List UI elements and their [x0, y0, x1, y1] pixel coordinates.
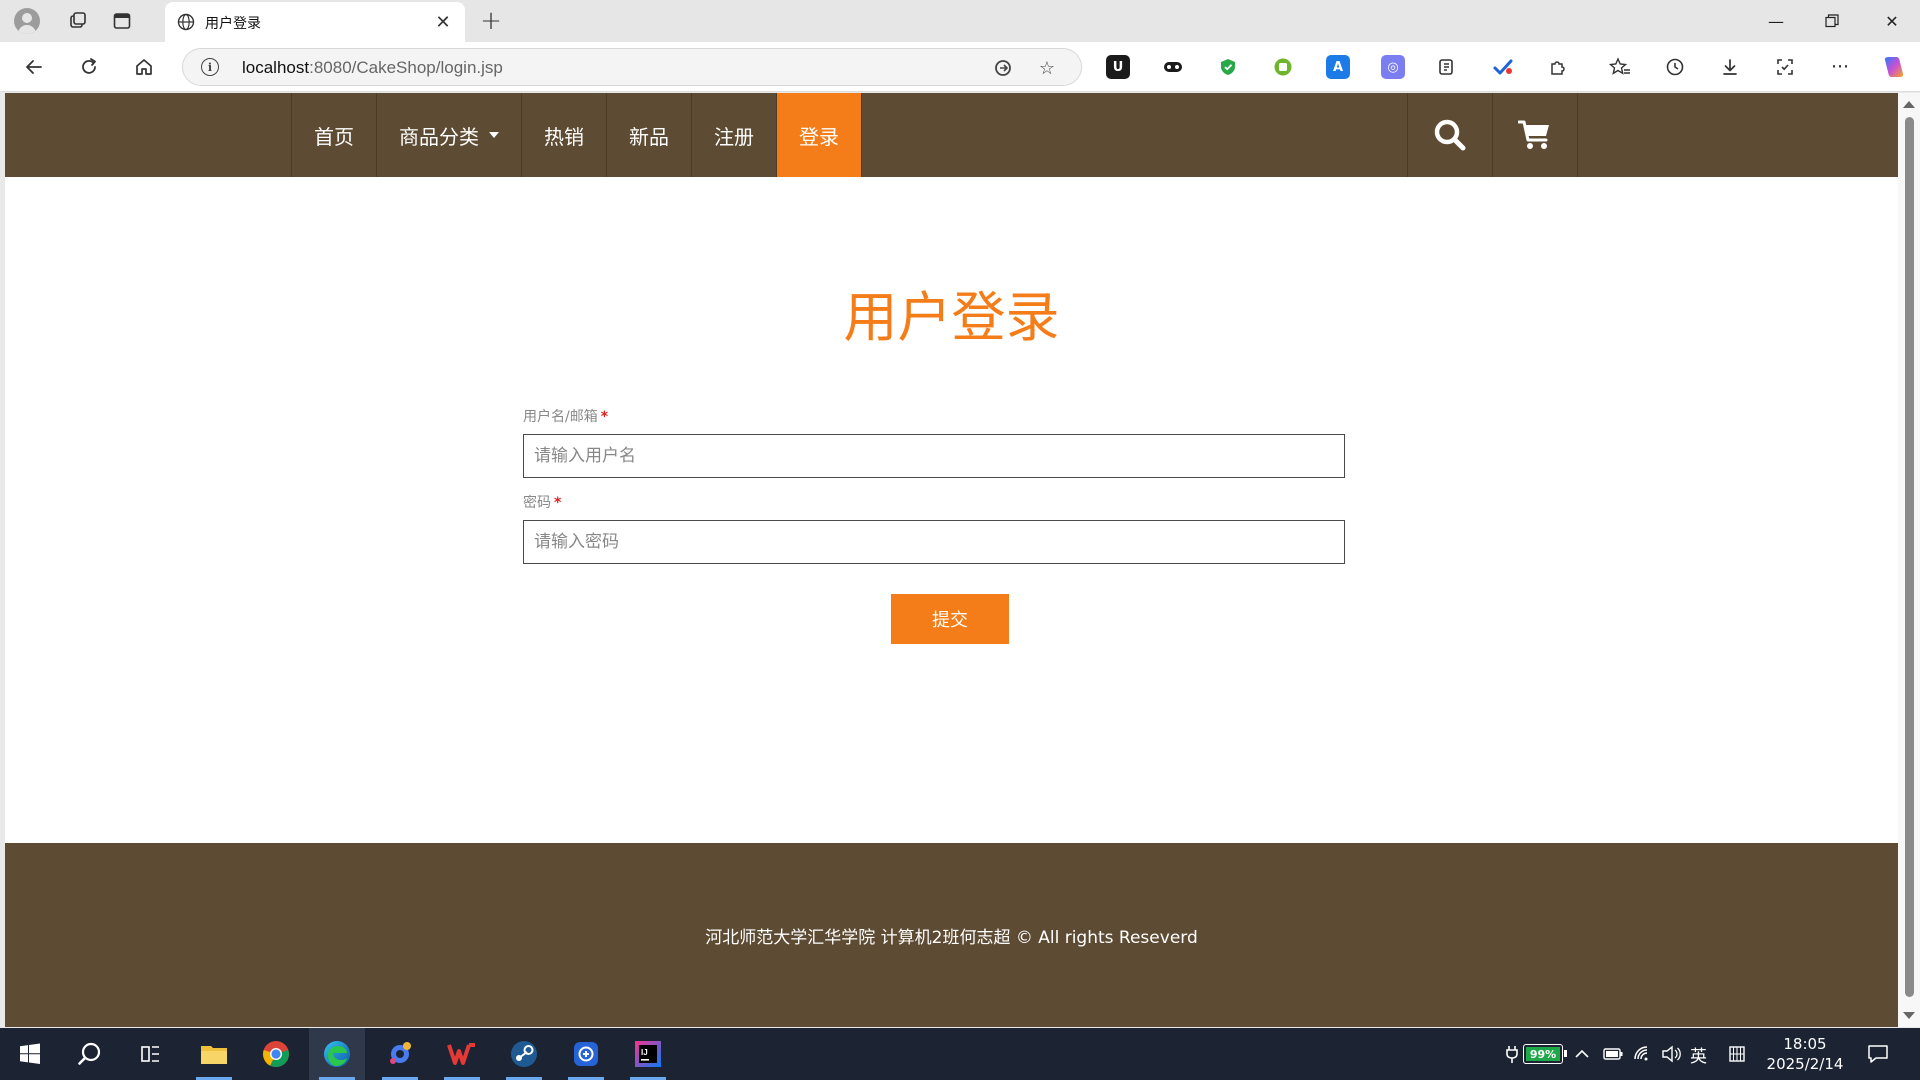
submit-button[interactable]: 提交 — [891, 594, 1009, 644]
read-aloud-icon[interactable] — [991, 56, 1015, 80]
back-icon[interactable] — [19, 52, 49, 82]
screenshot-icon[interactable] — [1770, 52, 1800, 82]
chrome-icon[interactable] — [248, 1028, 304, 1080]
extension-green-icon[interactable] — [1271, 55, 1295, 79]
copilot-icon[interactable] — [1879, 52, 1909, 82]
edge-icon[interactable] — [309, 1028, 365, 1080]
power-plug-icon[interactable] — [1505, 1028, 1519, 1080]
password-label: 密码 * — [523, 495, 562, 511]
notifications-icon[interactable] — [1867, 1028, 1889, 1080]
scrollbar-thumb[interactable] — [1905, 117, 1914, 997]
clock-date: 2025/2/14 — [1766, 1055, 1844, 1073]
nav-item-register[interactable]: 注册 — [692, 93, 777, 177]
page-viewport: 首页 商品分类 热销 新品 注册 登录 用户登录 用户名/邮箱* 密码* 提交 … — [5, 93, 1898, 1027]
extension-translate-icon[interactable]: A — [1326, 55, 1350, 79]
tab-title: 用户登录 — [205, 16, 261, 32]
nav-item-categories[interactable]: 商品分类 — [377, 93, 522, 177]
taskbar-clock[interactable]: 18:05 2025/2/14 — [1760, 1034, 1850, 1074]
app-gear-icon[interactable] — [372, 1028, 428, 1080]
site-navbar: 首页 商品分类 热销 新品 注册 登录 — [5, 93, 1898, 177]
nav-actions — [1407, 93, 1578, 177]
search-icon[interactable] — [1408, 93, 1493, 177]
required-mark: * — [554, 495, 562, 511]
ime-language-indicator[interactable]: 英 — [1690, 1028, 1707, 1080]
site-footer: 河北师范大学汇华学院 计算机2班何志超 © All rights Resever… — [5, 843, 1898, 1027]
volume-icon[interactable] — [1661, 1028, 1681, 1080]
steam-icon[interactable] — [496, 1028, 552, 1080]
browser-tab-strip: 用户登录 ✕ + — ✕ — [0, 0, 1920, 42]
footer-copyright: 河北师范大学汇华学院 计算机2班何志超 © All rights Resever… — [705, 928, 1198, 948]
browser-toolbar: i localhost:8080/CakeShop/login.jsp ☆ U … — [0, 42, 1920, 92]
profile-avatar-icon[interactable] — [14, 8, 40, 34]
active-tab[interactable]: 用户登录 ✕ — [165, 2, 465, 42]
task-view-icon[interactable] — [122, 1028, 178, 1080]
extension-purple-icon[interactable]: ◎ — [1381, 55, 1405, 79]
extension-mask-icon[interactable] — [1161, 55, 1185, 79]
svg-text:IJ: IJ — [641, 1048, 648, 1057]
username-label: 用户名/邮箱 * — [523, 409, 609, 425]
favorites-icon[interactable] — [1605, 52, 1635, 82]
clock-time: 18:05 — [1783, 1035, 1827, 1053]
collections-icon[interactable] — [1432, 52, 1462, 82]
show-hidden-icons-icon[interactable] — [1574, 1028, 1590, 1080]
window-close-icon[interactable]: ✕ — [1864, 0, 1920, 42]
site-info-icon[interactable]: i — [201, 58, 219, 76]
cart-icon[interactable] — [1493, 93, 1578, 177]
extension-u-icon[interactable]: U — [1106, 55, 1130, 79]
reload-icon[interactable] — [74, 52, 104, 82]
minimize-icon[interactable]: — — [1748, 0, 1804, 42]
vertical-tabs-icon[interactable] — [106, 5, 138, 37]
extensions-puzzle-icon[interactable] — [1543, 52, 1573, 82]
app-blue-icon[interactable] — [558, 1028, 614, 1080]
intellij-idea-icon[interactable]: IJ — [620, 1028, 676, 1080]
address-bar[interactable]: i localhost:8080/CakeShop/login.jsp ☆ — [182, 48, 1082, 86]
windows-taskbar: IJ 99% 英 18:05 2025/2/14 — [0, 1028, 1920, 1080]
battery-indicator[interactable]: 99% — [1523, 1044, 1567, 1064]
wifi-icon[interactable] — [1633, 1028, 1653, 1080]
nav-menu: 首页 商品分类 热销 新品 注册 登录 — [291, 93, 862, 177]
globe-icon — [177, 13, 195, 31]
favorite-star-icon[interactable]: ☆ — [1035, 56, 1059, 80]
nav-item-new[interactable]: 新品 — [607, 93, 692, 177]
home-icon[interactable] — [129, 52, 159, 82]
extension-check-icon[interactable] — [1488, 52, 1518, 82]
nav-item-hot[interactable]: 热销 — [522, 93, 607, 177]
page-scrollbar[interactable] — [1898, 93, 1920, 1027]
url-text: localhost:8080/CakeShop/login.jsp — [242, 58, 503, 77]
history-icon[interactable] — [1660, 52, 1690, 82]
workspaces-icon[interactable] — [62, 5, 94, 37]
password-input[interactable] — [523, 520, 1345, 564]
username-input[interactable] — [523, 434, 1345, 478]
new-tab-icon[interactable]: + — [475, 5, 507, 37]
battery-tray-icon[interactable] — [1603, 1028, 1623, 1080]
ime-mode-icon[interactable] — [1728, 1028, 1746, 1080]
more-options-icon[interactable]: ··· — [1825, 52, 1855, 82]
chevron-down-icon — [489, 132, 499, 138]
windows-start-icon[interactable] — [2, 1028, 58, 1080]
file-explorer-icon[interactable] — [186, 1028, 242, 1080]
nav-item-home[interactable]: 首页 — [292, 93, 377, 177]
scroll-down-icon[interactable] — [1903, 1012, 1915, 1019]
downloads-icon[interactable] — [1715, 52, 1745, 82]
nav-item-login[interactable]: 登录 — [777, 93, 862, 177]
search-taskbar-icon[interactable] — [62, 1028, 118, 1080]
page-title: 用户登录 — [843, 286, 1060, 349]
restore-icon[interactable] — [1804, 0, 1860, 42]
extension-shield-icon[interactable] — [1216, 55, 1240, 79]
required-mark: * — [600, 409, 609, 425]
scroll-up-icon[interactable] — [1903, 101, 1915, 108]
wps-office-icon[interactable] — [434, 1028, 490, 1080]
tab-close-icon[interactable]: ✕ — [429, 8, 457, 36]
